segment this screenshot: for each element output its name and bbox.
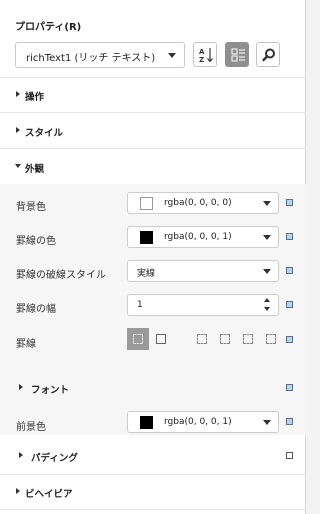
property-label-border-dash-style: 罫線の破線スタイル <box>16 270 106 281</box>
border-width-value: 1 <box>137 300 143 310</box>
color-swatch <box>140 416 153 429</box>
property-label-foreground-color: 前景色 <box>16 422 46 433</box>
color-swatch <box>140 231 153 244</box>
chevron-right-icon <box>16 127 20 133</box>
property-indicator[interactable] <box>286 384 293 391</box>
chevron-down-icon <box>263 201 271 206</box>
background-color-picker[interactable]: rgba(0, 0, 0, 0) <box>127 192 279 214</box>
property-indicator[interactable] <box>286 336 293 343</box>
property-label-border-color: 罫線の色 <box>16 236 56 247</box>
chevron-down-icon <box>15 164 21 168</box>
property-indicator[interactable] <box>286 301 293 308</box>
chevron-down-icon <box>168 53 176 58</box>
section-padding[interactable]: パディング <box>0 448 306 468</box>
border-right-button[interactable] <box>240 331 256 347</box>
border-top-button[interactable] <box>217 331 233 347</box>
border-none-button[interactable] <box>127 328 149 350</box>
decrement-icon[interactable] <box>264 307 270 311</box>
section-label: スタイル <box>25 128 64 139</box>
section-label: ビヘイビア <box>25 489 73 500</box>
section-appearance[interactable]: 外観 <box>0 159 306 179</box>
object-selector-value: richText1 (リッチ テキスト) <box>26 53 156 64</box>
search-icon <box>262 48 275 62</box>
border-dash-style-dropdown[interactable]: 実線 <box>127 260 279 282</box>
section-label: フォント <box>31 385 70 396</box>
increment-icon[interactable] <box>264 298 270 302</box>
object-selector[interactable]: richText1 (リッチ テキスト) <box>15 42 185 68</box>
section-label: 外観 <box>25 164 45 175</box>
categorized-view-button[interactable] <box>225 42 249 67</box>
section-font[interactable]: フォント <box>0 380 306 400</box>
border-dash-style-value: 実線 <box>137 269 156 279</box>
border-top-icon <box>220 334 230 344</box>
chevron-down-icon <box>263 269 271 274</box>
divider <box>0 474 306 475</box>
section-label: パディング <box>31 453 78 464</box>
border-all-button[interactable] <box>153 331 169 347</box>
section-label: 操作 <box>25 92 45 103</box>
sort-alphabetical-icon: A Z <box>199 48 213 64</box>
chevron-right-icon <box>16 91 20 97</box>
border-color-picker[interactable]: rgba(0, 0, 0, 1) <box>127 226 279 248</box>
property-indicator[interactable] <box>286 267 293 274</box>
chevron-right-icon <box>16 488 20 494</box>
property-indicator[interactable] <box>286 452 293 459</box>
divider <box>0 148 306 149</box>
property-indicator[interactable] <box>286 233 293 240</box>
border-none-icon <box>133 334 143 344</box>
divider <box>0 77 306 78</box>
property-label-background-color: 背景色 <box>16 202 46 213</box>
border-bottom-icon <box>266 334 276 344</box>
border-width-stepper[interactable]: 1 <box>127 294 279 316</box>
chevron-right-icon <box>19 384 23 390</box>
chevron-down-icon <box>263 420 271 425</box>
border-left-button[interactable] <box>194 331 210 347</box>
divider <box>0 112 306 113</box>
property-label-border-width: 罫線の幅 <box>16 304 56 315</box>
chevron-right-icon <box>19 452 23 458</box>
properties-panel: プロパティ(R) richText1 (リッチ テキスト) A Z 操作 スタイ… <box>0 0 306 514</box>
svg-text:A: A <box>199 48 205 56</box>
section-style[interactable]: スタイル <box>0 123 306 143</box>
sort-alphabetical-button[interactable]: A Z <box>193 42 217 67</box>
section-operation[interactable]: 操作 <box>0 87 306 107</box>
property-indicator[interactable] <box>286 418 293 425</box>
color-swatch <box>140 197 153 210</box>
foreground-color-value: rgba(0, 0, 0, 1) <box>164 417 232 427</box>
border-bottom-button[interactable] <box>263 331 279 347</box>
property-label-border: 罫線 <box>16 339 36 350</box>
section-behavior[interactable]: ビヘイビア <box>0 484 306 504</box>
svg-text:Z: Z <box>199 56 204 64</box>
categorized-view-icon <box>231 48 245 62</box>
property-indicator[interactable] <box>286 199 293 206</box>
border-color-value: rgba(0, 0, 0, 1) <box>164 232 232 242</box>
border-right-icon <box>243 334 253 344</box>
divider <box>0 509 306 510</box>
border-left-icon <box>197 334 207 344</box>
panel-title: プロパティ(R) <box>15 22 82 33</box>
search-button[interactable] <box>256 42 280 67</box>
border-all-icon <box>156 334 166 344</box>
background-color-value: rgba(0, 0, 0, 0) <box>164 198 232 208</box>
foreground-color-picker[interactable]: rgba(0, 0, 0, 1) <box>127 411 279 433</box>
chevron-down-icon <box>263 235 271 240</box>
